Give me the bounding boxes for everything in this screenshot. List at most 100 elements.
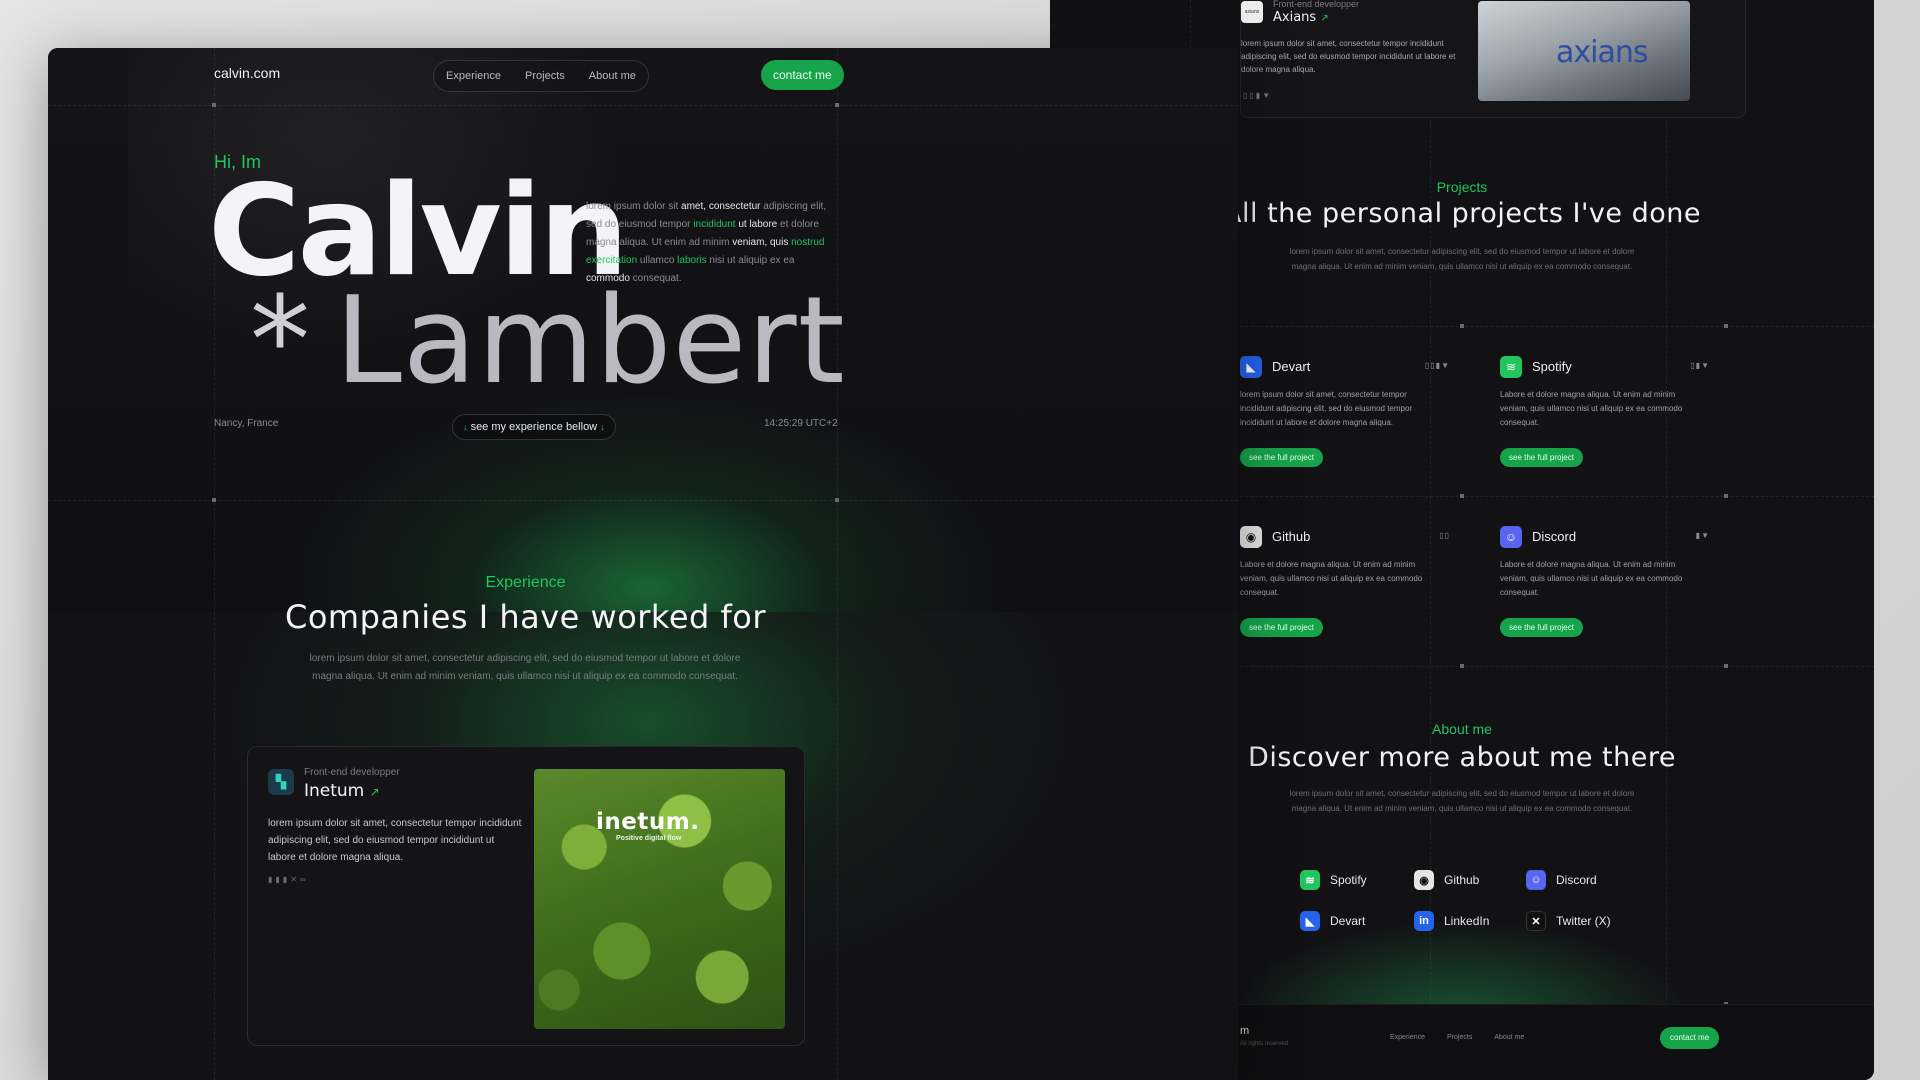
grid-dot bbox=[1724, 324, 1728, 328]
spotify-icon: ≋ bbox=[1500, 356, 1522, 378]
github-icon: ◉ bbox=[1240, 526, 1262, 548]
hero-intro-fragment: lorem ipsum dolor sit bbox=[586, 201, 682, 212]
experience-subtitle: lorem ipsum dolor sit amet, consectetur … bbox=[309, 653, 741, 682]
footer-nav: Experience Projects About me bbox=[1390, 1034, 1524, 1041]
projects-subtitle: lorem ipsum dolor sit amet, consectetur … bbox=[1289, 247, 1635, 271]
experience-title: Companies I have worked for bbox=[285, 598, 766, 636]
external-link-icon: ↗ bbox=[1320, 13, 1329, 24]
tech-icons: ▯▮▼ bbox=[1690, 361, 1710, 370]
discord-icon: ☺ bbox=[1500, 526, 1522, 548]
project-description: lorem ipsum dolor sit amet, consectetur … bbox=[1240, 390, 1413, 427]
company-link[interactable]: Inetum ↗ bbox=[304, 781, 380, 801]
tech-icons: ▯▯ bbox=[1439, 531, 1450, 540]
tech-icons: ▮▮▮✕∞ bbox=[268, 875, 309, 884]
hero-intro-fragment: nisi ut aliquip ex ea bbox=[706, 255, 795, 266]
grid-dot bbox=[212, 103, 216, 107]
grid-dot bbox=[835, 498, 839, 502]
company-link[interactable]: Axians ↗ bbox=[1273, 10, 1329, 25]
arrow-down-icon: ↓ bbox=[600, 422, 605, 432]
last-name-line: * Lambert bbox=[250, 282, 846, 402]
social-link-linkedin[interactable]: in LinkedIn bbox=[1414, 911, 1489, 931]
home-page-preview: calvin.com Experience Projects About me … bbox=[48, 48, 1238, 1080]
hero-intro-fragment: consequat. bbox=[629, 273, 682, 284]
x-icon: ✕ bbox=[1526, 911, 1546, 931]
tech-icons: ▮▼ bbox=[1695, 531, 1710, 540]
site-logo[interactable]: calvin.com bbox=[214, 65, 280, 81]
see-project-button[interactable]: see the full project bbox=[1500, 618, 1583, 637]
social-label: Devart bbox=[1330, 914, 1366, 928]
grid-line bbox=[837, 48, 838, 1080]
social-label: Github bbox=[1444, 873, 1480, 887]
last-name: Lambert bbox=[335, 272, 846, 411]
hero-intro-fragment: laboris bbox=[677, 255, 707, 266]
grid-dot bbox=[1724, 664, 1728, 668]
photo-brand-text: axians bbox=[1556, 35, 1648, 70]
github-icon: ◉ bbox=[1414, 870, 1434, 890]
social-link-discord[interactable]: ☺ Discord bbox=[1526, 870, 1597, 890]
project-card-devart: ◣ Devart ▯▯▮▼ lorem ipsum dolor sit amet… bbox=[1240, 356, 1450, 476]
social-link-spotify[interactable]: ≋ Spotify bbox=[1300, 870, 1367, 890]
see-project-button[interactable]: see the full project bbox=[1240, 448, 1323, 467]
grid-dot bbox=[835, 103, 839, 107]
project-description: Labore et dolore magna aliqua. Ut enim a… bbox=[1500, 390, 1683, 427]
social-link-twitter[interactable]: ✕ Twitter (X) bbox=[1526, 911, 1611, 931]
grid-line bbox=[48, 500, 1238, 501]
hero-intro-fragment: commodo bbox=[586, 273, 630, 284]
discord-icon: ☺ bbox=[1526, 870, 1546, 890]
inetum-logo: ▚ bbox=[268, 769, 294, 795]
footer-nav-about[interactable]: About me bbox=[1494, 1034, 1524, 1041]
grid-dot bbox=[212, 498, 216, 502]
company-name: Axians bbox=[1273, 10, 1317, 25]
grid-dot bbox=[1460, 494, 1464, 498]
local-time: 14:25:29 UTC+2 bbox=[764, 418, 838, 429]
project-card-github: ◉ Github ▯▯ Labore et dolore magna aliqu… bbox=[1240, 526, 1450, 646]
footer-contact-button[interactable]: contact me bbox=[1660, 1027, 1720, 1049]
grid-dot bbox=[1724, 494, 1728, 498]
company-photo: inetum. Positive digital flow bbox=[534, 769, 785, 1029]
hero-intro-fragment: veniam, quis bbox=[732, 237, 789, 248]
see-experience-button[interactable]: ↓ see my experience bellow ↓ bbox=[452, 414, 616, 440]
see-project-button[interactable]: see the full project bbox=[1500, 448, 1583, 467]
contact-button[interactable]: contact me bbox=[761, 60, 844, 90]
social-link-devart[interactable]: ◣ Devart bbox=[1300, 911, 1365, 931]
linkedin-icon: in bbox=[1414, 911, 1434, 931]
project-name: Github bbox=[1272, 529, 1311, 544]
nav-experience[interactable]: Experience bbox=[446, 70, 501, 82]
footer-copyright: All rights reserved bbox=[1240, 1041, 1289, 1047]
experience-card-inetum: ▚ Front-end developper Inetum ↗ lorem ip… bbox=[247, 746, 805, 1046]
nav-projects[interactable]: Projects bbox=[525, 70, 565, 82]
see-experience-label: see my experience bellow bbox=[470, 421, 598, 433]
project-name: Spotify bbox=[1532, 359, 1572, 374]
job-description: lorem ipsum dolor sit amet, consectetur … bbox=[268, 818, 522, 863]
social-label: Spotify bbox=[1330, 873, 1367, 887]
see-project-button[interactable]: see the full project bbox=[1240, 618, 1323, 637]
grid-dot bbox=[1460, 664, 1464, 668]
social-link-github[interactable]: ◉ Github bbox=[1414, 870, 1479, 890]
devart-icon: ◣ bbox=[1300, 911, 1320, 931]
hero-intro-fragment: amet, consectetur bbox=[681, 201, 761, 212]
job-role: Front-end developper bbox=[1273, 0, 1360, 9]
project-description: Labore et dolore magna aliqua. Ut enim a… bbox=[1240, 560, 1423, 597]
project-card-spotify: ≋ Spotify ▯▮▼ Labore et dolore magna ali… bbox=[1500, 356, 1710, 476]
about-subtitle: lorem ipsum dolor sit amet, consectetur … bbox=[1289, 789, 1635, 813]
axians-logo: axians bbox=[1241, 1, 1263, 23]
company-name: Inetum bbox=[304, 781, 365, 801]
footer-nav-experience[interactable]: Experience bbox=[1390, 1034, 1425, 1041]
asterisk-glyph: * bbox=[250, 272, 311, 411]
photo-brand-text: inetum. bbox=[596, 809, 700, 835]
footer-nav-projects[interactable]: Projects bbox=[1447, 1034, 1472, 1041]
company-photo: axians bbox=[1478, 1, 1690, 101]
location: Nancy, France bbox=[214, 418, 279, 429]
project-card-discord: ☺ Discord ▮▼ Labore et dolore magna aliq… bbox=[1500, 526, 1710, 646]
tech-icons: ▯▯▮▼ bbox=[1424, 361, 1450, 370]
social-label: Twitter (X) bbox=[1556, 914, 1611, 928]
project-description: Labore et dolore magna aliqua. Ut enim a… bbox=[1500, 560, 1683, 597]
project-name: Devart bbox=[1272, 359, 1311, 374]
main-nav: Experience Projects About me bbox=[433, 60, 649, 92]
job-description: lorem ipsum dolor sit amet, consectetur … bbox=[1241, 39, 1456, 74]
hero-intro-fragment: ullamco bbox=[637, 255, 678, 266]
nav-about[interactable]: About me bbox=[589, 70, 636, 82]
social-label: LinkedIn bbox=[1444, 914, 1490, 928]
hero-intro-fragment: ut labore bbox=[735, 219, 778, 230]
grid-dot bbox=[1460, 324, 1464, 328]
